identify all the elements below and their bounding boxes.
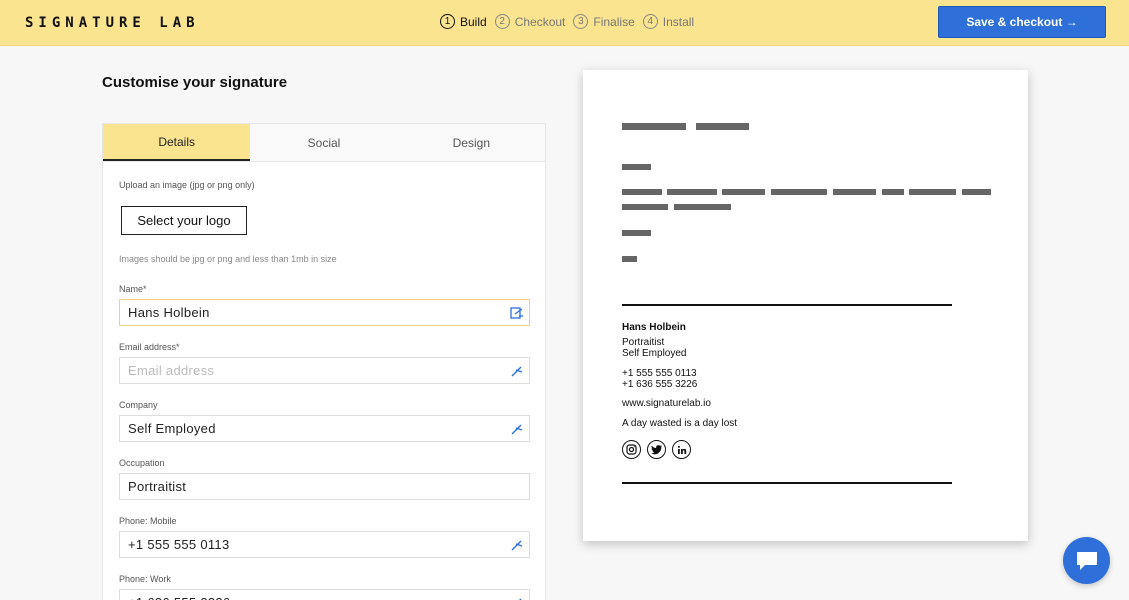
signature-website[interactable]: www.signaturelab.io xyxy=(622,398,737,409)
occupation-input[interactable] xyxy=(120,474,529,499)
brand-logo[interactable]: SIGNATURE LAB xyxy=(25,15,200,31)
placeholder-line xyxy=(962,189,991,195)
phone-mobile-input[interactable] xyxy=(120,532,529,557)
tab-design[interactable]: Design xyxy=(397,124,545,161)
signature-form-panel: Details Social Design Upload an image (j… xyxy=(102,123,546,600)
top-bar: SIGNATURE LAB 1 Build 2 Checkout 3 Final… xyxy=(0,0,1129,46)
step-number: 1 xyxy=(440,14,455,29)
signature-occupation: Portraitist xyxy=(622,337,665,348)
signature-name: Hans Holbein xyxy=(622,322,686,333)
name-input[interactable] xyxy=(120,300,529,325)
step-number: 3 xyxy=(573,14,589,29)
signature-block: Hans Holbein Portraitist Self Employed +… xyxy=(622,322,737,459)
chat-button[interactable] xyxy=(1063,537,1110,584)
phone-mobile-field-wrapper xyxy=(119,531,530,558)
placeholder-line xyxy=(622,230,651,236)
occupation-label: Occupation xyxy=(119,458,165,468)
step-label: Install xyxy=(662,14,695,29)
signature-company: Self Employed xyxy=(622,348,687,359)
contact-card-icon[interactable] xyxy=(510,306,524,320)
company-field-wrapper xyxy=(119,415,530,442)
twitter-icon[interactable] xyxy=(647,440,666,459)
phone-work-field-wrapper xyxy=(119,589,530,600)
chat-bubble-icon xyxy=(1076,551,1097,570)
step-label: Finalise xyxy=(593,14,635,29)
company-input[interactable] xyxy=(120,416,529,441)
step-checkout[interactable]: 2 Checkout xyxy=(494,14,566,29)
step-label: Build xyxy=(460,14,487,29)
tab-details[interactable]: Details xyxy=(103,124,251,161)
page-title: Customise your signature xyxy=(102,74,288,91)
placeholder-line xyxy=(909,189,956,195)
signature-divider-bottom xyxy=(622,482,952,484)
autofill-arrow-icon[interactable] xyxy=(510,422,524,436)
step-indicator: 1 Build 2 Checkout 3 Finalise 4 Install xyxy=(440,14,702,29)
placeholder-line xyxy=(622,189,662,195)
signature-preview: Hans Holbein Portraitist Self Employed +… xyxy=(583,70,1028,541)
placeholder-line xyxy=(622,123,686,130)
placeholder-line xyxy=(622,256,637,262)
step-install[interactable]: 4 Install xyxy=(642,14,695,29)
placeholder-line xyxy=(771,189,827,195)
placeholder-line xyxy=(696,123,749,130)
email-label: Email address* xyxy=(119,342,180,352)
placeholder-line xyxy=(667,189,717,195)
signature-socials xyxy=(622,440,737,459)
instagram-icon[interactable] xyxy=(622,440,641,459)
signature-phone-mobile: +1 555 555 0113 xyxy=(622,368,697,379)
autofill-arrow-icon[interactable] xyxy=(510,538,524,552)
signature-tagline: A day wasted is a day lost xyxy=(622,418,738,429)
step-build[interactable]: 1 Build xyxy=(440,14,487,29)
company-label: Company xyxy=(119,400,158,410)
signature-divider-top xyxy=(622,304,952,306)
phone-work-label: Phone: Work xyxy=(119,574,171,584)
step-number: 4 xyxy=(642,14,658,29)
email-input[interactable] xyxy=(120,358,529,383)
form-tabs: Details Social Design xyxy=(103,124,545,162)
step-number: 2 xyxy=(494,14,510,29)
step-label: Checkout xyxy=(514,14,566,29)
placeholder-line xyxy=(622,204,668,210)
placeholder-line xyxy=(674,204,731,210)
phone-work-input[interactable] xyxy=(120,590,529,600)
linkedin-icon[interactable] xyxy=(672,440,691,459)
upload-hint: Images should be jpg or png and less tha… xyxy=(119,254,337,264)
upload-label: Upload an image (jpg or png only) xyxy=(119,180,255,190)
tab-social[interactable]: Social xyxy=(250,124,398,161)
phone-mobile-label: Phone: Mobile xyxy=(119,516,177,526)
autofill-arrow-icon[interactable] xyxy=(510,596,524,600)
name-label: Name* xyxy=(119,284,147,294)
step-finalise[interactable]: 3 Finalise xyxy=(573,14,635,29)
placeholder-line xyxy=(882,189,904,195)
autofill-arrow-icon[interactable] xyxy=(510,364,524,378)
signature-phone-work: +1 636 555 3226 xyxy=(622,379,698,390)
select-logo-button[interactable]: Select your logo xyxy=(121,206,247,235)
email-field-wrapper xyxy=(119,357,530,384)
save-checkout-button[interactable]: Save & checkout → xyxy=(938,6,1106,38)
placeholder-line xyxy=(722,189,765,195)
occupation-field-wrapper xyxy=(119,473,530,500)
placeholder-line xyxy=(622,164,651,170)
placeholder-line xyxy=(833,189,876,195)
details-form: Upload an image (jpg or png only) Select… xyxy=(103,180,545,600)
name-field-wrapper xyxy=(119,299,530,326)
